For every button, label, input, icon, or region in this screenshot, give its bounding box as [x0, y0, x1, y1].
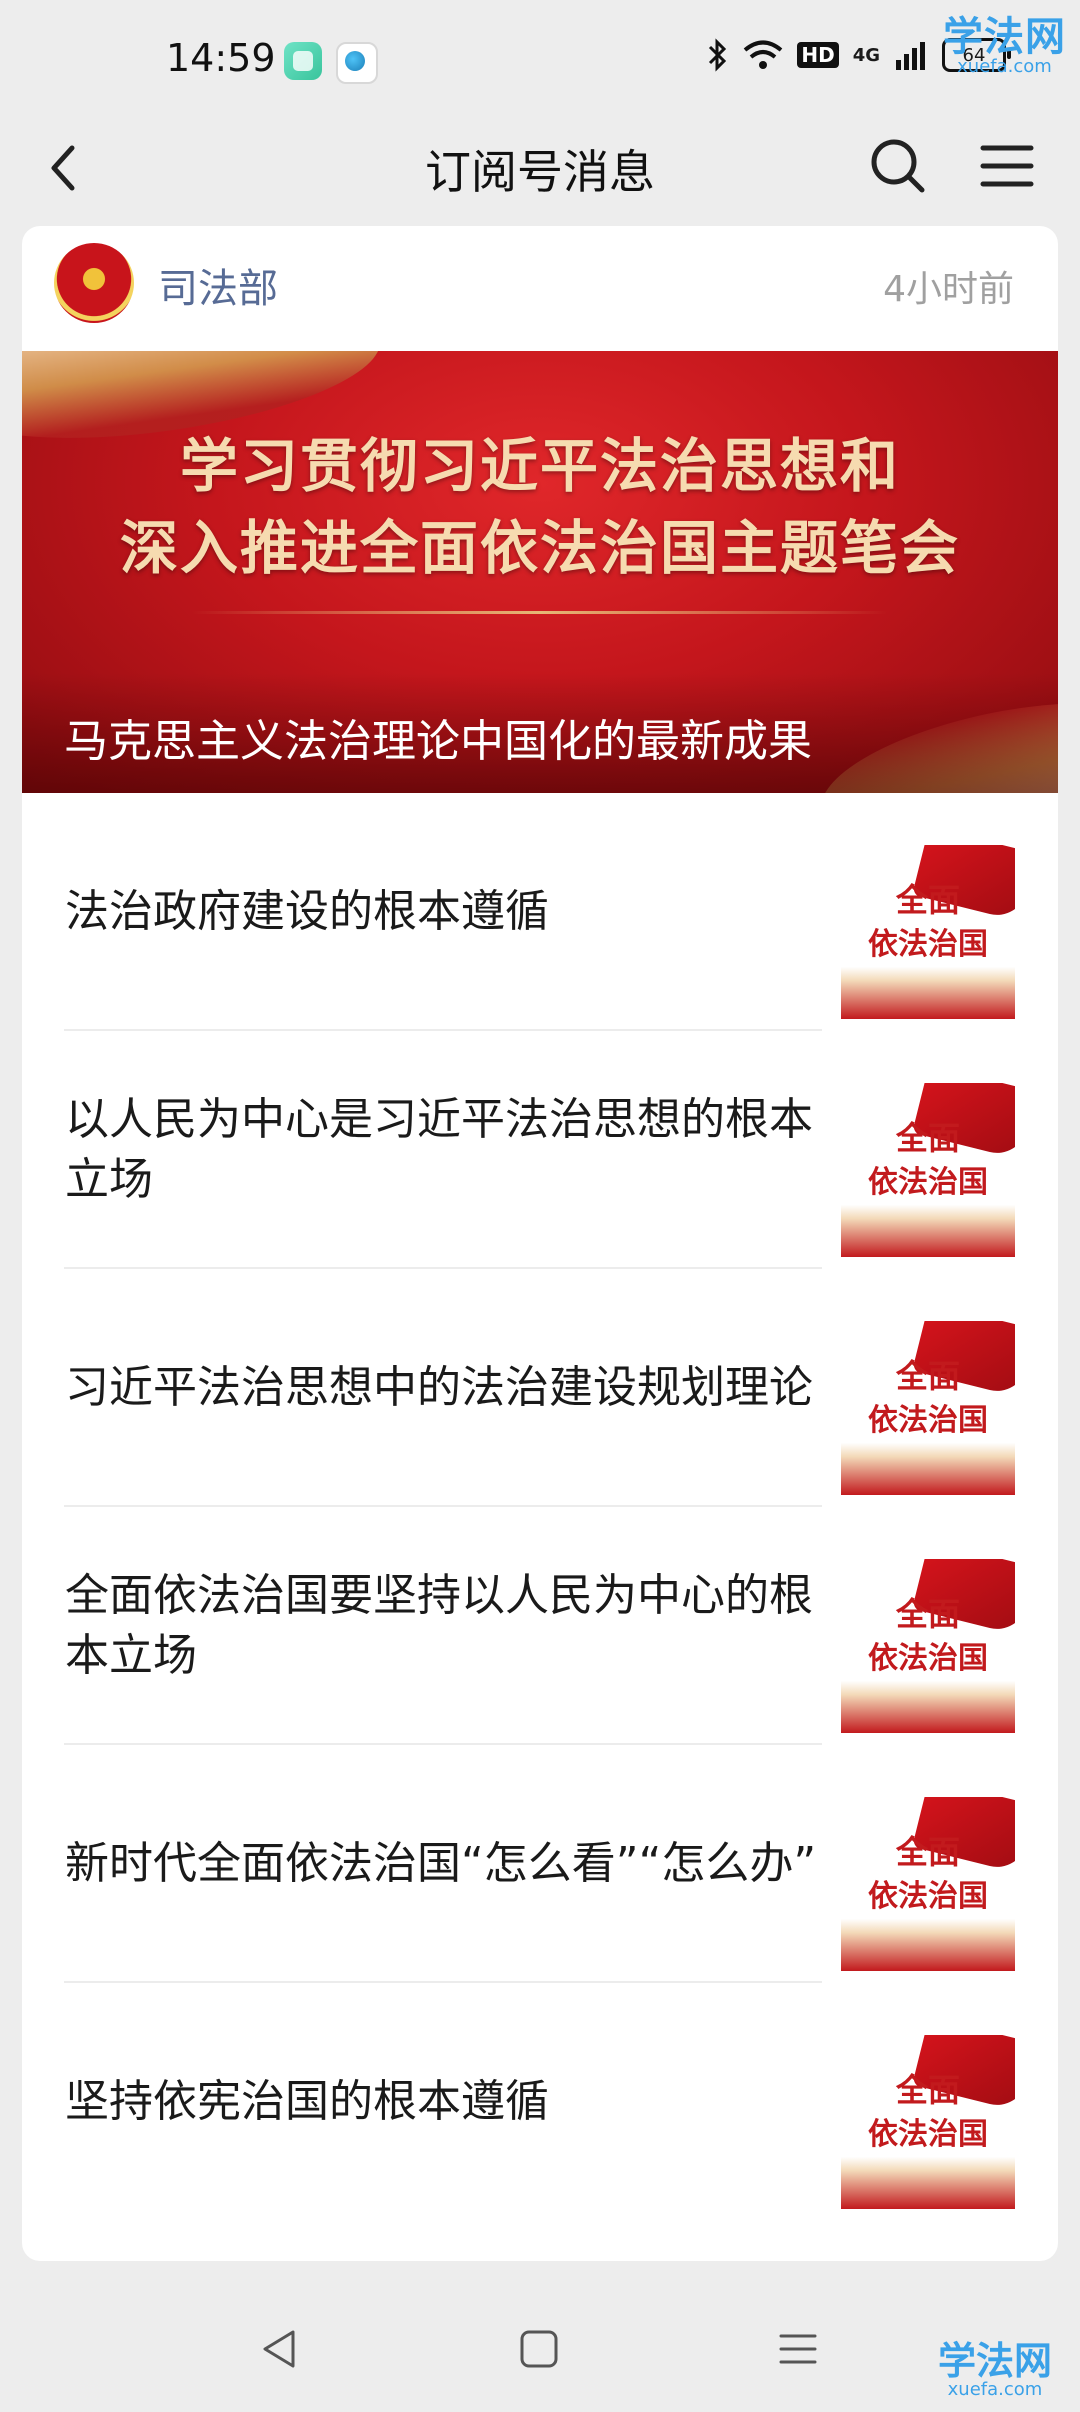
- hero-banner-line2: 深入推进全面依法治国主题笔会: [119, 514, 960, 582]
- message-card: 司法部 4小时前 学习贯彻习近平法治思想和 深入推进全面依法治国主题笔会 马克思…: [22, 226, 1058, 2261]
- article-item[interactable]: 以人民为中心是习近平法治思想的根本立场 全面依法治国: [22, 1031, 1058, 1269]
- article-list: 法治政府建设的根本遵循 全面 依法治国 以人民为中心是习近平法治思想的根本立场 全…: [22, 793, 1058, 2221]
- menu-icon[interactable]: [975, 134, 1039, 198]
- status-time: 14:59: [166, 36, 276, 80]
- account-avatar[interactable]: [54, 243, 134, 323]
- signal-icon: [896, 42, 925, 70]
- article-thumbnail: 全面 依法治国: [841, 1797, 1015, 1971]
- thumbnail-text-line2: 依法治国: [868, 1641, 988, 1676]
- thumbnail-text-line1: 全面: [895, 1357, 960, 1395]
- article-item[interactable]: 法治政府建设的根本遵循 全面依法治国: [22, 793, 1058, 1031]
- thumbnail-text-line2: 依法治国: [868, 1879, 988, 1914]
- thumbnail-text-line1: 全面: [895, 881, 960, 919]
- nav-home-icon[interactable]: [514, 2324, 564, 2374]
- account-header[interactable]: 司法部 4小时前: [22, 226, 1058, 351]
- thumbnail-text-line1: 全面: [895, 1833, 960, 1871]
- thumbnail-text-line2: 依法治国: [868, 2117, 988, 2152]
- thumbnail-text-line2: 依法治国: [868, 1403, 988, 1438]
- hero-caption: 马克思主义法治理论中国化的最新成果: [64, 716, 812, 767]
- article-thumbnail: 全面 依法治国: [841, 1559, 1015, 1733]
- thumbnail-text-line1: 全面: [895, 1119, 960, 1157]
- status-bar: 14:59 HD 4G 64 学法网 xuefa.com: [0, 0, 1080, 120]
- watermark-top-cn: 学法网: [943, 14, 1066, 60]
- app-notification-icon: [284, 42, 322, 80]
- watermark-bottom-en: xuefa.com: [947, 2379, 1043, 2400]
- hero-article[interactable]: 学习贯彻习近平法治思想和 深入推进全面依法治国主题笔会 马克思主义法治理论中国化…: [22, 351, 1058, 793]
- thumbnail-text-line1: 全面: [895, 1595, 960, 1633]
- article-item[interactable]: 全面依法治国要坚持以人民为中心的根本立场 全面依法治国: [22, 1507, 1058, 1745]
- account-name[interactable]: 司法部: [158, 256, 278, 314]
- thumbnail-text-line2: 依法治国: [868, 927, 988, 962]
- article-title: 法治政府建设的根本遵循: [65, 886, 549, 937]
- globe-app-icon: [336, 42, 378, 84]
- thumbnail-text-line1: 全面: [895, 2071, 960, 2109]
- top-nav-bar: 订阅号消息: [0, 120, 1080, 225]
- article-item[interactable]: 坚持依宪治国的根本遵循 全面依法治国: [22, 1983, 1058, 2221]
- hero-divider: [192, 611, 888, 614]
- article-item[interactable]: 新时代全面依法治国“怎么看”“怎么办” 全面依法治国: [22, 1745, 1058, 1983]
- message-time: 4小时前: [883, 269, 1014, 310]
- article-thumbnail: 全面 依法治国: [841, 2035, 1015, 2209]
- hero-caption-overlay: 马克思主义法治理论中国化的最新成果: [22, 673, 1058, 793]
- watermark-bottom-cn: 学法网: [937, 2339, 1052, 2383]
- wifi-icon: [744, 40, 783, 69]
- hero-banner-line1: 学习贯彻习近平法治思想和: [179, 432, 900, 500]
- article-title: 新时代全面依法治国“怎么看”“怎么办”: [65, 1838, 817, 1889]
- article-thumbnail: 全面 依法治国: [841, 1083, 1015, 1257]
- article-thumbnail: 全面 依法治国: [841, 1321, 1015, 1495]
- article-thumbnail: 全面 依法治国: [841, 845, 1015, 1019]
- nav-recents-icon[interactable]: [773, 2324, 823, 2374]
- bluetooth-icon: [709, 38, 727, 72]
- network-label: 4G: [852, 44, 880, 66]
- nav-back-icon[interactable]: [255, 2324, 305, 2374]
- watermark-bottom: 学法网 xuefa.com: [938, 2330, 1052, 2400]
- article-title: 坚持依宪治国的根本遵循: [65, 2076, 549, 2127]
- watermark-top-en: xuefa.com: [957, 56, 1052, 77]
- article-title: 习近平法治思想中的法治建设规划理论: [65, 1362, 813, 1413]
- article-title: 以人民为中心是习近平法治思想的根本立场: [65, 1094, 813, 1205]
- watermark-top: 学法网 xuefa.com: [943, 4, 1066, 77]
- article-item[interactable]: 习近平法治思想中的法治建设规划理论 全面依法治国: [22, 1269, 1058, 1507]
- hd-badge: HD: [797, 42, 839, 68]
- search-icon[interactable]: [866, 134, 930, 198]
- thumbnail-text-line2: 依法治国: [868, 1165, 988, 1200]
- system-nav-bar: [0, 2290, 1080, 2412]
- article-title: 全面依法治国要坚持以人民为中心的根本立场: [65, 1570, 813, 1681]
